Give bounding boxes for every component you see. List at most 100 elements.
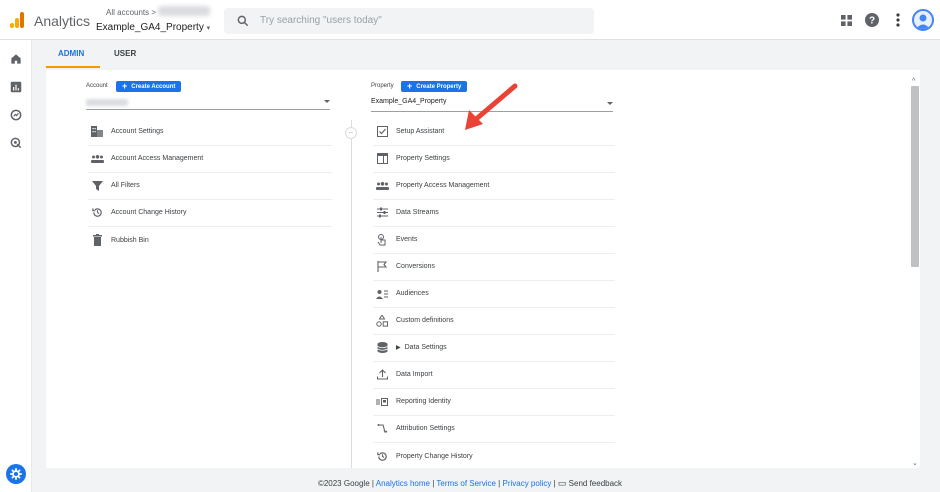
help-icon[interactable]: ? — [864, 12, 880, 28]
footer-link-privacy[interactable]: Privacy policy — [502, 479, 551, 488]
footer-send-feedback[interactable]: Send feedback — [569, 479, 622, 488]
svg-text:?: ? — [869, 16, 875, 27]
menu-item-account-settings[interactable]: Account Settings — [88, 118, 332, 146]
footer-copyright: ©2023 Google | — [317, 479, 374, 488]
expand-triangle-icon[interactable]: ▶ — [396, 344, 401, 351]
menu-item-label: Events — [396, 236, 418, 243]
menu-item-label: Data Streams — [396, 209, 439, 216]
tab-user[interactable]: USER — [114, 49, 136, 58]
reports-icon[interactable] — [9, 80, 23, 94]
attribution-icon — [375, 422, 389, 436]
footer: ©2023 Google | Analytics home | Terms of… — [317, 478, 623, 488]
menu-item-label: Data Import — [396, 371, 433, 378]
search-icon — [237, 15, 249, 27]
checkbox-icon — [375, 125, 389, 139]
search-bar[interactable]: Try searching "users today" — [224, 8, 594, 34]
account-name-redacted — [158, 6, 210, 16]
feedback-icon: ▭ — [557, 478, 567, 488]
annotation-arrow — [465, 83, 518, 130]
column-divider — [351, 120, 352, 468]
menu-item-attribution-settings[interactable]: Attribution Settings — [373, 415, 615, 443]
menu-item-all-filters[interactable]: All Filters — [88, 172, 332, 200]
menu-item-label: Account Settings — [111, 128, 164, 135]
account-select-redacted — [86, 99, 128, 106]
menu-item-events[interactable]: Events — [373, 226, 615, 254]
menu-item-custom-definitions[interactable]: Custom definitions — [373, 307, 615, 335]
active-tab-indicator — [46, 66, 100, 68]
menu-item-label: Rubbish Bin — [111, 236, 149, 244]
history-icon — [375, 449, 389, 463]
menu-item-label: Data Settings — [404, 344, 447, 351]
audience-icon — [375, 287, 389, 301]
account-select[interactable] — [86, 96, 330, 110]
all-accounts-breadcrumb[interactable]: All accounts > — [106, 8, 156, 17]
top-bar: Analytics All accounts > Example_GA4_Pro… — [0, 0, 940, 40]
menu-item-label: Custom definitions — [396, 317, 454, 324]
filter-icon — [90, 179, 104, 193]
identity-icon — [375, 395, 389, 409]
menu-item-account-access[interactable]: Account Access Management — [88, 145, 332, 173]
create-account-label: Create Account — [131, 83, 176, 90]
menu-item-label: Conversions — [396, 263, 435, 270]
menu-item-data-import[interactable]: Data Import — [373, 361, 615, 389]
touch-icon — [375, 233, 389, 247]
apps-grid-icon[interactable] — [838, 12, 854, 28]
analytics-logo[interactable] — [10, 12, 24, 28]
advertising-icon[interactable] — [9, 136, 23, 150]
menu-item-account-change-history[interactable]: Account Change History — [88, 199, 332, 227]
explore-icon[interactable] — [9, 108, 23, 122]
menu-item-data-settings[interactable]: ▶ Data Settings — [373, 334, 615, 362]
menu-item-conversions[interactable]: Conversions — [373, 253, 615, 281]
dropdown-caret-icon — [324, 100, 330, 103]
property-select-value: Example_GA4_Property — [371, 98, 447, 105]
flag-icon — [375, 260, 389, 274]
shapes-icon — [375, 314, 389, 328]
people-icon — [375, 179, 389, 193]
building-icon — [90, 125, 104, 139]
menu-item-label: Property Access Management — [396, 182, 490, 189]
database-icon — [375, 341, 389, 355]
trash-icon — [90, 233, 104, 247]
history-icon — [90, 206, 104, 220]
plus-icon: + — [122, 81, 128, 91]
search-placeholder: Try searching "users today" — [260, 15, 382, 26]
account-column-label: Account — [86, 83, 108, 89]
menu-item-property-change-history[interactable]: Property Change History — [373, 442, 615, 470]
property-picker[interactable]: Example_GA4_Property ▾ — [96, 22, 210, 33]
dropdown-caret-icon: ▾ — [206, 25, 211, 32]
menu-item-label: Setup Assistant — [396, 128, 445, 135]
menu-item-label: Reporting Identity — [396, 398, 451, 405]
menu-item-label: Property Change History — [396, 452, 473, 460]
scrollbar[interactable]: ^ ⌄ — [910, 78, 920, 468]
home-icon[interactable] — [9, 52, 23, 66]
settings-page-icon — [375, 152, 389, 166]
scroll-thumb[interactable] — [911, 86, 919, 267]
collapse-arrows-icon[interactable]: ⇔ — [345, 127, 357, 139]
plus-icon: + — [407, 81, 413, 91]
upload-icon — [375, 368, 389, 382]
scroll-down-icon[interactable]: ⌄ — [912, 460, 918, 467]
tab-admin[interactable]: ADMIN — [58, 49, 84, 58]
footer-link-analytics-home[interactable]: Analytics home — [376, 479, 430, 488]
menu-item-label: Account Access Management — [111, 155, 204, 162]
menu-item-label: Account Change History — [111, 209, 187, 216]
people-icon — [90, 152, 104, 166]
more-vert-icon[interactable] — [890, 12, 906, 28]
menu-item-label: Property Settings — [396, 155, 450, 162]
menu-item-property-settings[interactable]: Property Settings — [373, 145, 615, 173]
property-column-label: Property — [371, 83, 394, 89]
user-avatar[interactable] — [912, 9, 934, 31]
menu-item-audiences[interactable]: Audiences — [373, 280, 615, 308]
scroll-up-icon[interactable]: ^ — [912, 78, 918, 85]
admin-tabs: ADMIN USER — [46, 40, 940, 68]
create-account-button[interactable]: + Create Account — [116, 81, 182, 92]
menu-item-label: Audiences — [396, 290, 429, 297]
menu-item-label: All Filters — [111, 182, 140, 189]
menu-item-data-streams[interactable]: Data Streams — [373, 199, 615, 227]
property-picker-label: Example_GA4_Property — [96, 22, 204, 33]
menu-item-rubbish-bin[interactable]: Rubbish Bin — [88, 226, 332, 254]
footer-link-terms[interactable]: Terms of Service — [436, 479, 496, 488]
streams-icon — [375, 206, 389, 220]
menu-item-property-access[interactable]: Property Access Management — [373, 172, 615, 200]
menu-item-reporting-identity[interactable]: Reporting Identity — [373, 388, 615, 416]
